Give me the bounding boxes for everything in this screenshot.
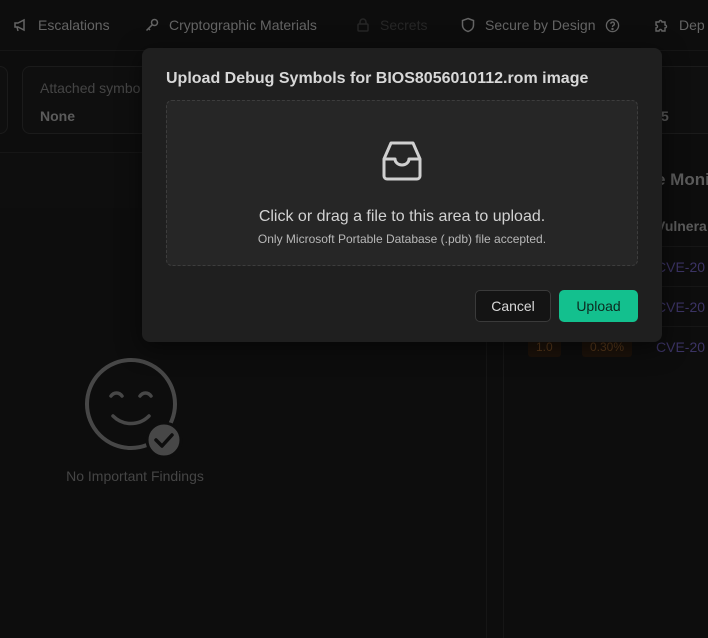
dropzone-hint: Only Microsoft Portable Database (.pdb) … <box>257 232 547 246</box>
cancel-button[interactable]: Cancel <box>475 290 551 322</box>
dropzone-instruction: Click or drag a file to this area to upl… <box>258 208 546 225</box>
page: Escalations Cryptographic Materials Secr… <box>0 0 708 638</box>
upload-button[interactable]: Upload <box>559 290 638 322</box>
file-dropzone[interactable]: Click or drag a file to this area to upl… <box>166 100 638 266</box>
inbox-icon <box>382 141 422 181</box>
upload-debug-symbols-modal: Upload Debug Symbols for BIOS8056010112.… <box>142 48 662 342</box>
modal-title: Upload Debug Symbols for BIOS8056010112.… <box>166 70 589 87</box>
